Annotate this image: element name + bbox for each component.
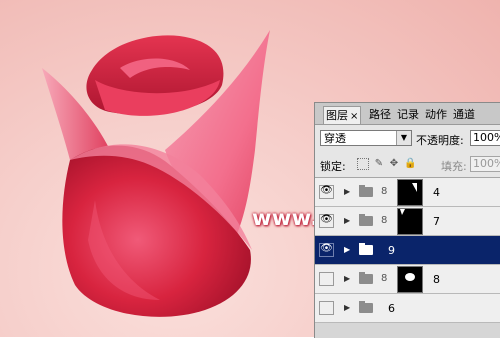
layer-mask-thumbnail[interactable] [397, 266, 423, 293]
tab-actions[interactable]: 动作 [423, 106, 449, 123]
lock-all-icon[interactable]: 🔒 [404, 158, 416, 170]
folder-icon [359, 243, 373, 255]
tab-channels[interactable]: 通道 [451, 106, 477, 123]
dropdown-arrow-icon[interactable]: ▼ [396, 131, 411, 145]
lock-label: 锁定: [320, 160, 346, 173]
lock-paint-icon[interactable]: ✎ [373, 158, 385, 170]
folder-icon [359, 301, 373, 313]
layer-name: 6 [388, 302, 395, 315]
layer-name: 9 [388, 244, 395, 257]
lock-fill-row: 锁定: ✎ ✥ 🔒 填充: 100% [315, 151, 500, 178]
expand-triangle-icon[interactable]: ▶ [344, 216, 350, 225]
expand-triangle-icon[interactable]: ▶ [344, 245, 350, 254]
eye-icon[interactable]: 👁 [319, 243, 334, 257]
layer-row[interactable]: ▶ 8 8 [315, 265, 500, 294]
panel-tab-bar: 图层 × 路径 记录 动作 通道 [315, 103, 500, 125]
lock-transparency-icon[interactable] [357, 158, 369, 170]
tab-history[interactable]: 记录 [395, 106, 421, 123]
layers-panel: 图层× 路径 记录 动作 通道 穿透 ▼ 不透明度: 100% 锁定: ✎ ✥ … [314, 102, 500, 338]
folder-icon [359, 272, 373, 284]
folder-icon [359, 185, 373, 197]
layer-name: 8 [433, 273, 440, 286]
tab-layers-label: 图层 [326, 109, 348, 122]
expand-triangle-icon[interactable]: ▶ [344, 187, 350, 196]
lock-move-icon[interactable]: ✥ [388, 158, 400, 170]
visibility-toggle[interactable] [319, 301, 334, 315]
expand-triangle-icon[interactable]: ▶ [344, 274, 350, 283]
layer-name: 4 [433, 186, 440, 199]
fill-input[interactable]: 100% [470, 156, 500, 172]
chain-link-icon[interactable]: 8 [381, 186, 387, 197]
layer-name: 7 [433, 215, 440, 228]
layer-row[interactable]: 👁 ▶ 8 4 [315, 178, 500, 207]
blend-opacity-row: 穿透 ▼ 不透明度: 100% [315, 125, 500, 151]
chain-link-icon[interactable]: 8 [381, 215, 387, 226]
chain-link-icon[interactable]: 8 [381, 273, 387, 284]
opacity-input[interactable]: 100% [470, 130, 500, 146]
visibility-toggle[interactable] [319, 272, 334, 286]
close-icon[interactable]: × [350, 111, 358, 122]
blend-mode-select[interactable]: 穿透 ▼ [320, 130, 412, 146]
fill-label: 填充: [441, 160, 467, 173]
eye-icon[interactable]: 👁 [319, 214, 334, 228]
layer-row-selected[interactable]: 👁 ▶ 9 [315, 236, 500, 265]
layer-row[interactable]: 👁 ▶ 8 7 [315, 207, 500, 236]
layer-mask-thumbnail[interactable] [397, 179, 423, 206]
tab-layers[interactable]: 图层 × [323, 106, 362, 124]
tab-paths[interactable]: 路径 [367, 106, 393, 123]
eye-icon[interactable]: 👁 [319, 185, 334, 199]
rose-artwork [42, 30, 270, 317]
blend-mode-value: 穿透 [324, 132, 346, 145]
folder-icon [359, 214, 373, 226]
layer-mask-thumbnail[interactable] [397, 208, 423, 235]
layer-row[interactable]: ▶ 6 [315, 294, 500, 323]
expand-triangle-icon[interactable]: ▶ [344, 303, 350, 312]
opacity-label: 不透明度: [416, 134, 464, 147]
